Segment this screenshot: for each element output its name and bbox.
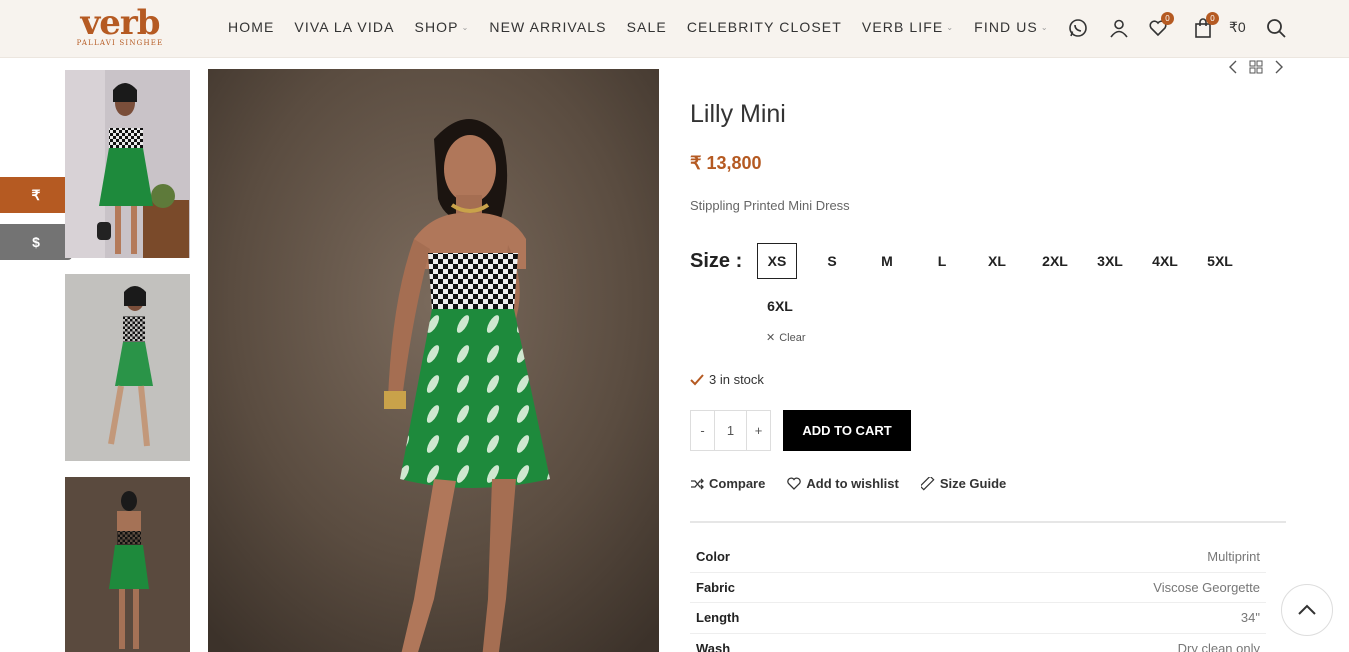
quantity-decrease-button[interactable]: -	[691, 411, 714, 450]
quantity-input[interactable]: 1	[714, 411, 747, 450]
product-thumbnail-1[interactable]	[65, 70, 190, 258]
size-option-xs[interactable]: XS	[757, 243, 797, 279]
section-divider	[690, 521, 1286, 523]
chevron-down-icon: ⌄	[461, 22, 470, 32]
attribute-value: Dry clean only	[1177, 640, 1260, 652]
product-price: ₹ 13,800	[690, 153, 762, 173]
quantity-increase-button[interactable]: +	[747, 411, 770, 450]
chevron-down-icon: ⌄	[946, 22, 955, 32]
currency-usd-button[interactable]: $	[0, 224, 72, 260]
attribute-value: Multiprint	[1207, 549, 1260, 565]
size-option-l[interactable]: L	[922, 243, 962, 279]
nav-item-celebrity-closet[interactable]: CELEBRITY CLOSET	[687, 18, 842, 36]
wishlist-icon[interactable]: 0	[1146, 12, 1174, 42]
size-option-2xl[interactable]: 2XL	[1035, 243, 1075, 279]
nav-item-shop[interactable]: SHOP ⌄	[415, 18, 470, 36]
attribute-label: Length	[696, 610, 740, 626]
product-thumbnail-2[interactable]	[65, 274, 190, 461]
attribute-value: 34"	[1240, 610, 1260, 626]
site-header: verb PALLAVI SINGHEE HOME VIVA LA VIDA S…	[0, 0, 1349, 58]
compare-link[interactable]: Compare	[690, 476, 765, 491]
ruler-icon	[920, 476, 935, 491]
heart-icon	[787, 477, 802, 490]
attribute-label: Fabric	[696, 579, 736, 595]
user-icon[interactable]	[1107, 14, 1131, 42]
size-option-m[interactable]: M	[867, 243, 907, 279]
product-description: Stippling Printed Mini Dress	[690, 198, 850, 213]
previous-product-icon[interactable]	[1228, 60, 1238, 79]
nav-item-new-arrivals[interactable]: NEW ARRIVALS	[489, 18, 606, 36]
product-thumbnail-3[interactable]	[65, 477, 190, 652]
next-product-icon[interactable]	[1274, 60, 1284, 79]
size-option-4xl[interactable]: 4XL	[1145, 243, 1185, 279]
table-row: Fabric Viscose Georgette	[690, 573, 1266, 603]
stock-status: 3 in stock	[690, 372, 764, 387]
size-guide-link[interactable]: Size Guide	[920, 476, 1006, 491]
cart-total[interactable]: ₹0	[1229, 19, 1246, 36]
table-row: Color Multiprint	[690, 542, 1266, 573]
whatsapp-icon[interactable]	[1066, 14, 1090, 42]
product-navigation	[1228, 60, 1284, 79]
product-actions: Compare Add to wishlist Size Guide	[690, 476, 1006, 491]
cart-count-badge: 0	[1206, 12, 1219, 25]
table-row: Wash Dry clean only	[690, 634, 1266, 652]
size-option-xl[interactable]: XL	[977, 243, 1017, 279]
main-nav: HOME VIVA LA VIDA SHOP ⌄ NEW ARRIVALS SAL…	[228, 18, 1069, 36]
close-icon: ✕	[766, 332, 776, 344]
attribute-label: Wash	[696, 640, 731, 652]
nav-item-find-us[interactable]: FIND US ⌄	[974, 18, 1049, 36]
add-to-cart-button[interactable]: ADD TO CART	[783, 410, 911, 451]
chevron-down-icon: ⌄	[1040, 22, 1049, 32]
nav-item-sale[interactable]: SALE	[627, 18, 667, 36]
chevron-up-icon	[1298, 604, 1316, 615]
brand-wordmark: verb	[80, 3, 160, 43]
size-option-6xl[interactable]: 6XL	[760, 288, 800, 324]
search-icon[interactable]	[1264, 14, 1288, 42]
attribute-value: Viscose Georgette	[1153, 579, 1260, 595]
currency-inr-button[interactable]: ₹	[0, 177, 72, 213]
size-option-5xl[interactable]: 5XL	[1200, 243, 1240, 279]
size-option-3xl[interactable]: 3XL	[1090, 243, 1130, 279]
nav-item-home[interactable]: HOME	[228, 18, 274, 36]
brand-logo[interactable]: verb PALLAVI SINGHEE	[66, 3, 174, 50]
cart-bag-icon[interactable]: 0	[1191, 12, 1219, 42]
grid-view-icon[interactable]	[1249, 60, 1263, 79]
nav-item-viva-la-vida[interactable]: VIVA LA VIDA	[294, 18, 394, 36]
nav-item-verb-life[interactable]: VERB LIFE ⌄	[862, 18, 954, 36]
product-title: Lilly Mini	[690, 100, 786, 128]
quantity-stepper: - 1 +	[690, 410, 771, 451]
product-main-image[interactable]	[208, 69, 659, 652]
table-row: Length 34"	[690, 603, 1266, 634]
product-attributes-table: Color Multiprint Fabric Viscose Georgett…	[690, 542, 1266, 652]
scroll-to-top-button[interactable]	[1281, 584, 1333, 636]
clear-selection-link[interactable]: ✕ Clear	[766, 331, 806, 345]
shuffle-icon	[691, 478, 704, 489]
add-to-wishlist-link[interactable]: Add to wishlist	[787, 476, 899, 491]
brand-tagline: PALLAVI SINGHEE	[76, 39, 164, 47]
checkmark-icon	[690, 373, 704, 385]
size-label: Size :	[690, 250, 743, 272]
size-option-s[interactable]: S	[812, 243, 852, 279]
attribute-label: Color	[696, 549, 730, 565]
wishlist-count-badge: 0	[1161, 12, 1174, 25]
